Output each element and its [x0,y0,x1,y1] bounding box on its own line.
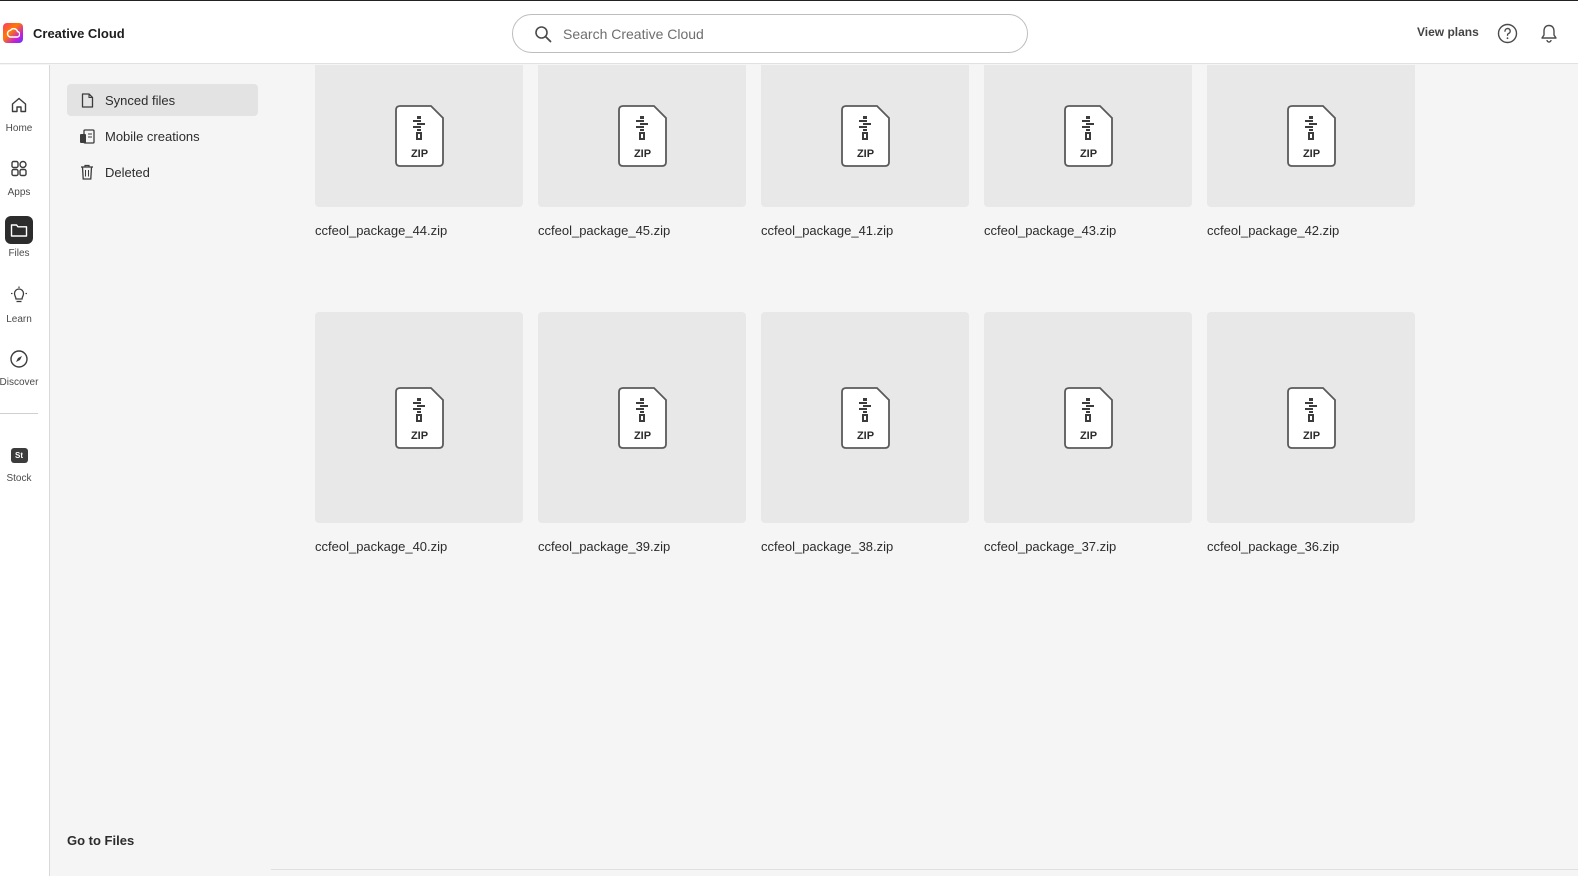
file-card[interactable]: ZIP ccfeol_package_45.zip [538,65,746,238]
rail-label-files: Files [8,248,30,259]
compass-icon [5,345,33,373]
help-circle-icon[interactable] [1497,23,1518,44]
file-card[interactable]: ZIP ccfeol_package_41.zip [761,65,969,238]
file-card[interactable]: ZIP ccfeol_package_39.zip [538,312,746,554]
file-card[interactable]: ZIP ccfeol_package_42.zip [1207,65,1415,238]
file-name: ccfeol_package_45.zip [538,223,671,238]
file-card[interactable]: ZIP ccfeol_package_38.zip [761,312,969,554]
zip-file-icon: ZIP [1064,386,1113,449]
document-icon [79,92,95,108]
rail-item-apps[interactable]: Apps [0,155,38,198]
zip-file-icon: ZIP [841,105,890,167]
folder-icon [5,216,33,244]
search-input[interactable] [563,25,983,42]
file-name: ccfeol_package_41.zip [761,223,894,238]
file-thumbnail: ZIP [538,65,746,207]
rail-label-stock: Stock [6,473,32,484]
subnav-label-deleted: Deleted [105,164,150,180]
creative-cloud-logo-icon [3,23,23,43]
file-name: ccfeol_package_44.zip [315,223,448,238]
file-thumbnail: ZIP [761,65,969,207]
rail-item-home[interactable]: Home [0,91,38,134]
file-grid: ZIP ccfeol_package_44.zip ZIP ccfeol_pac… [271,65,1578,870]
devices-icon [79,128,95,144]
file-thumbnail: ZIP [984,312,1192,523]
file-card[interactable]: ZIP ccfeol_package_44.zip [315,65,523,238]
zip-type-label: ZIP [634,148,651,160]
stock-icon: St [5,441,33,469]
rail-label-discover: Discover [0,377,39,388]
subnav-item-synced-files[interactable]: Synced files [67,84,258,116]
zip-type-label: ZIP [411,148,428,160]
file-name: ccfeol_package_43.zip [984,223,1117,238]
go-to-files-link[interactable]: Go to Files [67,833,134,848]
zip-file-icon: ZIP [618,105,667,167]
top-bar: Creative Cloud View plans [0,0,1578,64]
zip-file-icon: ZIP [395,105,444,167]
file-thumbnail: ZIP [984,65,1192,207]
zip-type-label: ZIP [857,430,874,442]
zip-file-icon: ZIP [395,386,444,449]
zip-file-icon: ZIP [1287,105,1336,167]
zip-type-label: ZIP [1080,148,1097,160]
file-thumbnail: ZIP [538,312,746,523]
file-card[interactable]: ZIP ccfeol_package_36.zip [1207,312,1415,554]
file-name: ccfeol_package_40.zip [315,539,448,554]
file-name: ccfeol_package_42.zip [1207,223,1340,238]
search-bar[interactable] [512,14,1028,53]
subnav-label-mobile-creations: Mobile creations [105,128,200,144]
subnav-label-synced-files: Synced files [105,92,176,108]
trash-icon [79,164,95,180]
files-subnav: Synced files Mobile creations Deleted Go… [51,65,271,876]
rail-label-home: Home [5,123,33,134]
bottom-divider [271,869,1578,870]
bell-icon[interactable] [1539,23,1559,44]
subnav-item-mobile-creations[interactable]: Mobile creations [67,120,258,152]
zip-type-label: ZIP [1080,430,1097,442]
rail-divider [0,413,38,414]
app-title: Creative Cloud [33,25,125,41]
view-plans-link[interactable]: View plans [1417,25,1479,39]
zip-type-label: ZIP [1303,430,1320,442]
home-icon [5,91,33,119]
zip-file-icon: ZIP [618,386,667,449]
zip-file-icon: ZIP [1287,386,1336,449]
zip-type-label: ZIP [1303,148,1320,160]
file-name: ccfeol_package_39.zip [538,539,671,554]
file-thumbnail: ZIP [315,312,523,523]
lightbulb-icon [5,282,33,310]
subnav-item-deleted[interactable]: Deleted [67,156,258,188]
rail-label-learn: Learn [6,314,32,325]
rail-item-learn[interactable]: Learn [0,282,38,325]
zip-type-label: ZIP [411,430,428,442]
apps-grid-icon [5,155,33,183]
file-thumbnail: ZIP [1207,65,1415,207]
rail-label-apps: Apps [7,187,31,198]
left-rail: Home Apps Files Learn Discover St Stock [0,65,50,876]
file-card[interactable]: ZIP ccfeol_package_43.zip [984,65,1192,238]
file-thumbnail: ZIP [315,65,523,207]
stock-badge: St [10,447,28,463]
file-name: ccfeol_package_38.zip [761,539,894,554]
zip-file-icon: ZIP [1064,105,1113,167]
file-card[interactable]: ZIP ccfeol_package_37.zip [984,312,1192,554]
zip-file-icon: ZIP [841,386,890,449]
file-card[interactable]: ZIP ccfeol_package_40.zip [315,312,523,554]
file-name: ccfeol_package_36.zip [1207,539,1340,554]
zip-type-label: ZIP [857,148,874,160]
zip-type-label: ZIP [634,430,651,442]
rail-item-files[interactable]: Files [0,216,38,259]
file-name: ccfeol_package_37.zip [984,539,1117,554]
search-icon [533,24,553,44]
file-thumbnail: ZIP [1207,312,1415,523]
file-thumbnail: ZIP [761,312,969,523]
brand[interactable]: Creative Cloud [3,23,125,43]
rail-item-stock[interactable]: St Stock [0,441,38,484]
rail-item-discover[interactable]: Discover [0,345,38,388]
